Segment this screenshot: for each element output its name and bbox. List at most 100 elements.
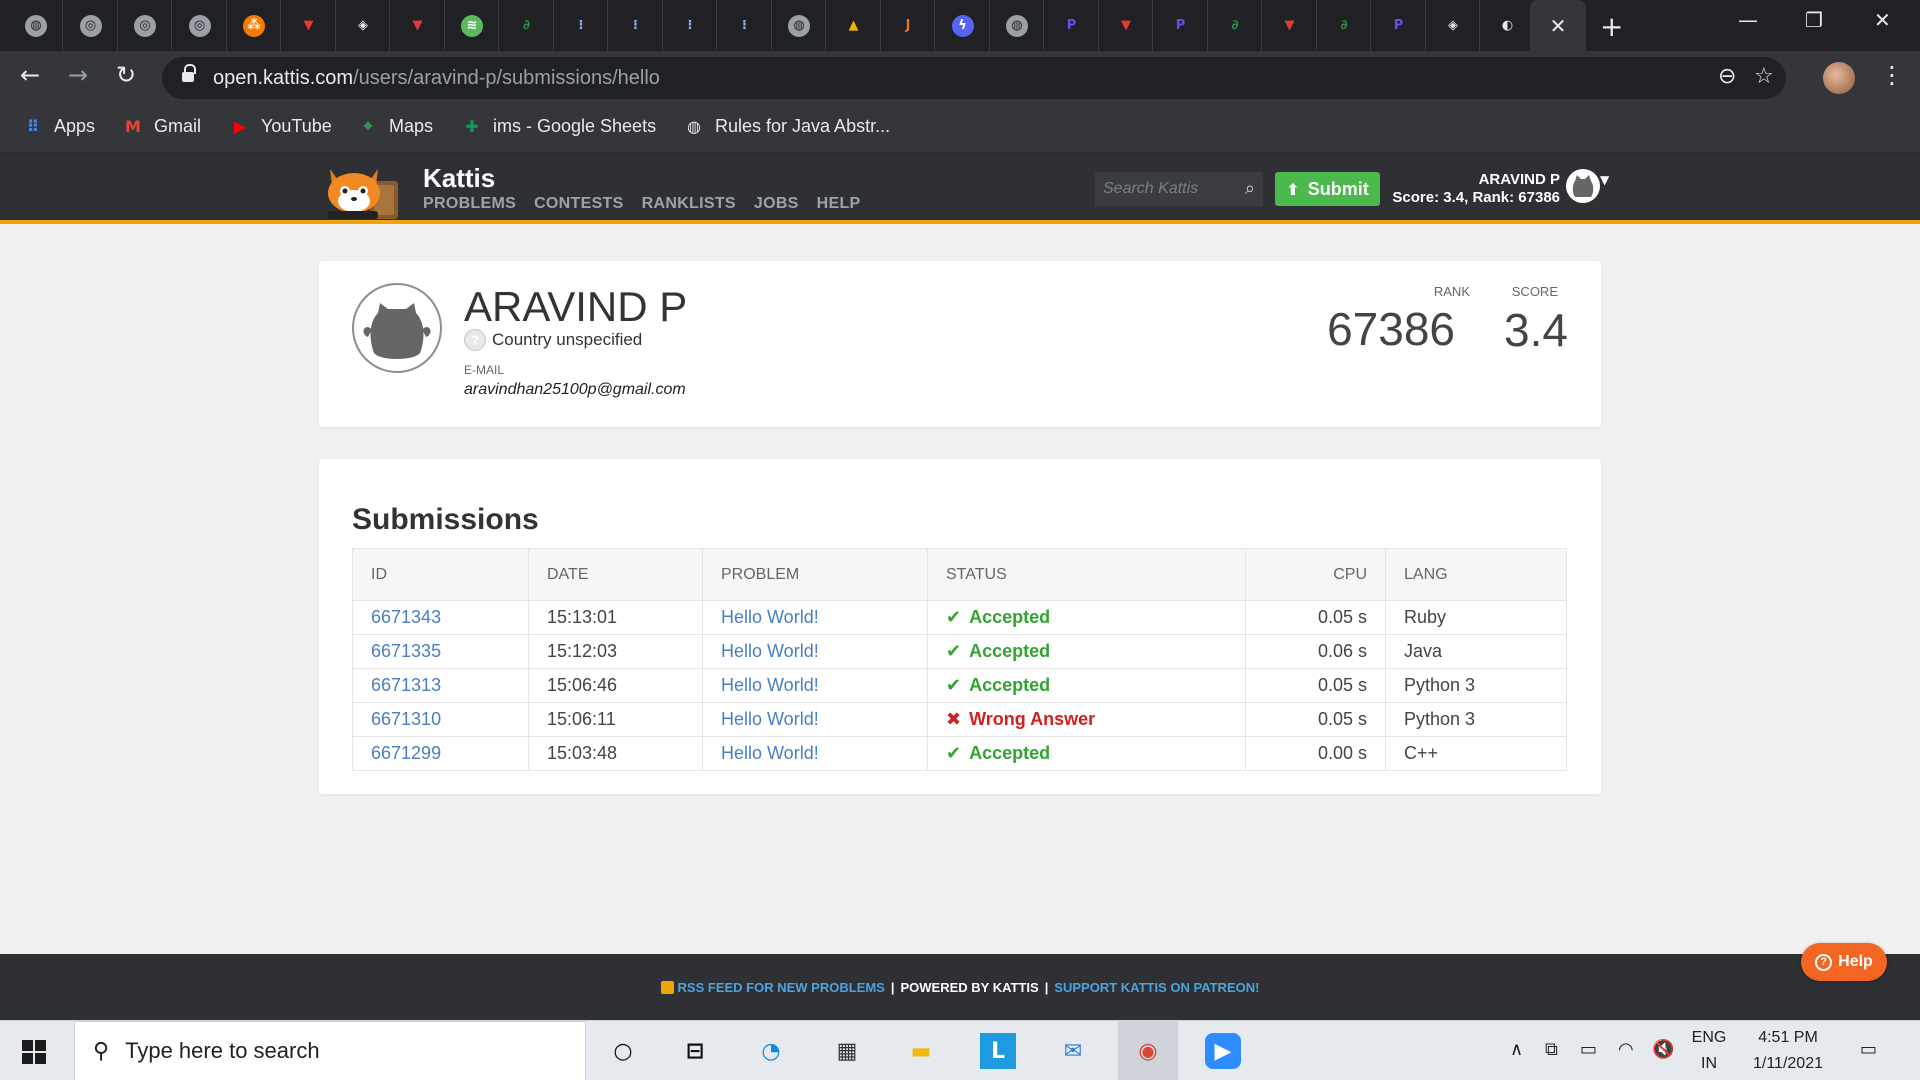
- browser-tab[interactable]: ⁝: [555, 0, 608, 51]
- windows-start-icon[interactable]: [22, 1040, 46, 1064]
- browser-tab[interactable]: ▼: [283, 0, 336, 51]
- problem-link[interactable]: Hello World!: [721, 641, 819, 661]
- browser-tab[interactable]: ◈: [337, 0, 390, 51]
- tray-chevron-icon[interactable]: ∧: [1510, 1039, 1523, 1060]
- nav-contests[interactable]: CONTESTS: [534, 195, 624, 213]
- submission-id-link[interactable]: 6671299: [371, 743, 441, 763]
- browser-tab[interactable]: ◎: [119, 0, 172, 51]
- browser-tab[interactable]: ▼: [1100, 0, 1153, 51]
- submission-id-link[interactable]: 6671310: [371, 709, 441, 729]
- browser-tab[interactable]: ⁝: [719, 0, 772, 51]
- browser-tab[interactable]: ⁂: [228, 0, 281, 51]
- clock[interactable]: 4:51 PM 1/11/2021: [1738, 1025, 1838, 1077]
- wifi-icon[interactable]: ◠: [1618, 1039, 1634, 1060]
- search-input[interactable]: [1095, 172, 1229, 206]
- problem-link[interactable]: Hello World!: [721, 709, 819, 729]
- mail-icon[interactable]: ✉: [1055, 1033, 1091, 1069]
- user-menu-caret-icon[interactable]: ▼: [1600, 173, 1609, 187]
- kattis-logo-icon[interactable]: [318, 159, 408, 221]
- nav-problems[interactable]: PROBLEMS: [423, 195, 516, 213]
- browser-tab[interactable]: ⁝: [664, 0, 717, 51]
- task-view-icon[interactable]: ⊟: [677, 1033, 713, 1069]
- browser-tab[interactable]: P: [1373, 0, 1426, 51]
- browser-tab[interactable]: ϟ: [937, 0, 990, 51]
- l-app-icon[interactable]: L: [980, 1033, 1016, 1069]
- submission-date: 15:06:46: [528, 668, 703, 703]
- submit-button[interactable]: ⬆ Submit: [1275, 172, 1380, 206]
- browser-tab[interactable]: ◍: [773, 0, 826, 51]
- browser-tab[interactable]: ∂: [1318, 0, 1371, 51]
- problem-link[interactable]: Hello World!: [721, 607, 819, 627]
- browser-tab[interactable]: P: [1046, 0, 1099, 51]
- active-tab[interactable]: ✕: [1530, 0, 1586, 51]
- edge-icon[interactable]: ◔: [753, 1033, 789, 1069]
- submission-id-link[interactable]: 6671313: [371, 675, 441, 695]
- bookmark-item[interactable]: ⠿ Apps: [22, 115, 95, 137]
- nav-help[interactable]: HELP: [817, 195, 861, 213]
- browser-tab[interactable]: ▼: [1264, 0, 1317, 51]
- browser-tab[interactable]: ∂: [1209, 0, 1262, 51]
- submission-id-link[interactable]: 6671335: [371, 641, 441, 661]
- zoom-app-icon[interactable]: ▶: [1205, 1033, 1241, 1069]
- nav-ranklists[interactable]: RANKLISTS: [642, 195, 736, 213]
- problem-link[interactable]: Hello World!: [721, 743, 819, 763]
- browser-tab[interactable]: ◎: [65, 0, 118, 51]
- restore-icon[interactable]: ❐: [1805, 8, 1823, 32]
- browser-tab[interactable]: ⁝: [610, 0, 663, 51]
- url-text[interactable]: open.kattis.com/users/aravind-p/submissi…: [213, 67, 660, 90]
- browser-tab[interactable]: ∂: [501, 0, 554, 51]
- browser-tab[interactable]: ◎: [174, 0, 227, 51]
- patreon-link[interactable]: SUPPORT KATTIS ON PATREON!: [1054, 980, 1259, 995]
- submission-id-link[interactable]: 6671343: [371, 607, 441, 627]
- minimize-icon[interactable]: —: [1738, 8, 1758, 32]
- search-icon[interactable]: ⌕: [1245, 178, 1255, 199]
- zoom-icon[interactable]: ⊖: [1718, 64, 1736, 89]
- language-indicator[interactable]: ENG IN: [1683, 1025, 1735, 1077]
- maps-icon: ⌖: [363, 116, 373, 135]
- profile-avatar[interactable]: [1823, 62, 1855, 94]
- bookmark-item[interactable]: M Gmail: [122, 115, 201, 137]
- bookmark-item[interactable]: ▶ YouTube: [229, 115, 332, 137]
- rss-link[interactable]: RSS FEED FOR NEW PROBLEMS: [678, 980, 885, 995]
- browser-tab[interactable]: ▼: [392, 0, 445, 51]
- header-avatar[interactable]: [1566, 169, 1600, 203]
- battery-icon[interactable]: ▭: [1580, 1039, 1597, 1060]
- volume-muted-icon[interactable]: 🔇: [1652, 1039, 1674, 1060]
- file-explorer-icon[interactable]: ▬: [903, 1033, 939, 1069]
- browser-tab[interactable]: ◐: [1482, 0, 1535, 51]
- close-tab-icon[interactable]: ✕: [1550, 14, 1567, 38]
- new-tab-button[interactable]: +: [1600, 10, 1623, 43]
- browser-tab[interactable]: ◈: [1427, 0, 1480, 51]
- store-icon[interactable]: ▦: [829, 1033, 865, 1069]
- browser-tab[interactable]: ◍: [991, 0, 1044, 51]
- lock-icon[interactable]: [182, 64, 196, 83]
- forward-icon[interactable]: →: [68, 61, 88, 89]
- bookmark-item[interactable]: ⌖ Maps: [357, 115, 433, 137]
- browser-tab[interactable]: ▲: [828, 0, 881, 51]
- meet-now-icon[interactable]: ⧉: [1545, 1039, 1558, 1060]
- taskbar-search[interactable]: ⚲ Type here to search: [74, 1021, 586, 1080]
- bookmark-star-icon[interactable]: ☆: [1754, 64, 1774, 89]
- window-close-icon[interactable]: ✕: [1874, 8, 1891, 32]
- chrome-icon[interactable]: ◉: [1130, 1033, 1166, 1069]
- browser-tab[interactable]: J: [882, 0, 935, 51]
- browser-tab[interactable]: P: [1155, 0, 1208, 51]
- problem-link[interactable]: Hello World!: [721, 675, 819, 695]
- back-icon[interactable]: ←: [20, 61, 40, 89]
- help-button[interactable]: ? Help: [1801, 943, 1887, 981]
- cortana-icon[interactable]: ○: [605, 1033, 641, 1069]
- nav-jobs[interactable]: JOBS: [754, 195, 799, 213]
- chrome-menu-icon[interactable]: ⋮: [1880, 61, 1904, 89]
- bookmark-item[interactable]: ✚ ims - Google Sheets: [461, 115, 656, 137]
- browser-tab[interactable]: ◍: [10, 0, 63, 51]
- bookmark-item[interactable]: ◍ Rules for Java Abstr...: [683, 115, 890, 137]
- bookmark-label: Gmail: [154, 115, 202, 136]
- check-icon: ✔: [946, 641, 962, 662]
- submission-lang: C++: [1385, 736, 1567, 771]
- browser-tab[interactable]: ≋: [446, 0, 499, 51]
- header-user-info[interactable]: ARAVIND P Score: 3.4, Rank: 67386: [1388, 171, 1560, 207]
- kattis-brand[interactable]: Kattis: [423, 163, 495, 194]
- notification-icon[interactable]: ▭: [1860, 1039, 1877, 1060]
- address-bar[interactable]: open.kattis.com/users/aravind-p/submissi…: [162, 57, 1786, 99]
- reload-icon[interactable]: ↻: [116, 61, 136, 89]
